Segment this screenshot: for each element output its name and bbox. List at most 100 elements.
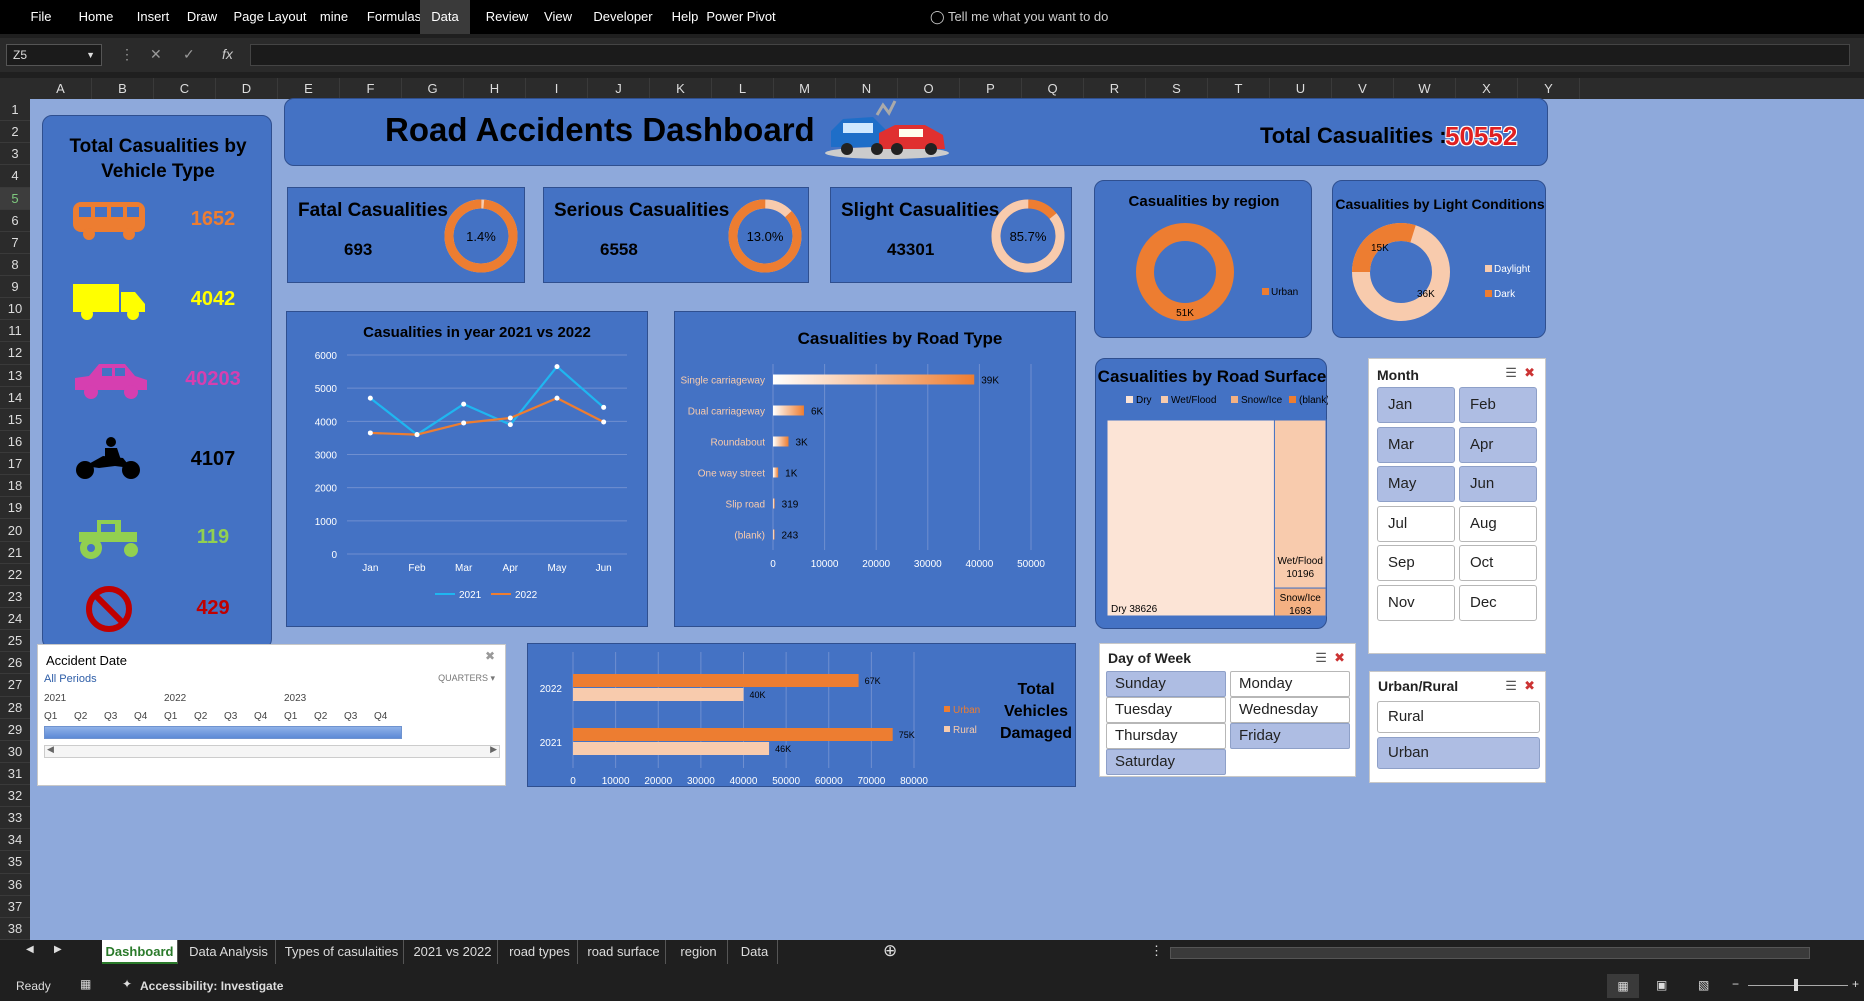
day-thursday[interactable]: Thursday — [1106, 723, 1226, 749]
month-sep[interactable]: Sep — [1377, 545, 1455, 581]
day-saturday[interactable]: Saturday — [1106, 749, 1226, 775]
timeline-quarter[interactable]: Q3 — [344, 711, 357, 722]
column-header[interactable]: A — [30, 78, 92, 99]
time-level-dropdown[interactable]: QUARTERS ▾ — [438, 673, 495, 684]
column-header[interactable]: P — [960, 78, 1022, 99]
day-friday[interactable]: Friday — [1230, 723, 1350, 749]
row-header[interactable]: 14 — [0, 387, 30, 409]
multi-select-icon[interactable]: ☰ — [1505, 678, 1517, 693]
add-sheet-icon[interactable]: ⊕ — [883, 941, 897, 961]
month-apr[interactable]: Apr — [1459, 426, 1537, 463]
urban-rural-rural[interactable]: Rural — [1377, 701, 1540, 733]
row-header[interactable]: 1 — [0, 99, 30, 122]
row-header[interactable]: 16 — [0, 431, 30, 454]
month-jan[interactable]: Jan — [1377, 387, 1455, 423]
day-monday[interactable]: Monday — [1230, 671, 1350, 697]
row-header[interactable]: 33 — [0, 807, 30, 830]
column-header[interactable]: E — [278, 78, 340, 99]
sheet-tab-road-surface[interactable]: road surface — [582, 940, 666, 964]
row-header[interactable]: 17 — [0, 453, 30, 476]
row-header[interactable]: 37 — [0, 896, 30, 918]
column-header[interactable]: H — [464, 78, 526, 99]
function-icon[interactable]: fx — [222, 46, 233, 62]
zoom-in-icon[interactable]: + — [1852, 977, 1859, 991]
ribbon-tab-mine[interactable]: mine — [304, 0, 364, 34]
column-header[interactable]: J — [588, 78, 650, 99]
row-header[interactable]: 12 — [0, 342, 30, 365]
timeline-quarter[interactable]: Q1 — [44, 711, 57, 722]
month-jul[interactable]: Jul — [1377, 505, 1455, 542]
row-header[interactable]: 11 — [0, 320, 30, 343]
column-header[interactable]: L — [712, 78, 774, 99]
cancel-icon[interactable]: ✕ — [150, 46, 162, 63]
column-header[interactable]: T — [1208, 78, 1270, 99]
accessibility-status[interactable]: Accessibility: Investigate — [140, 979, 283, 993]
timeline-bar[interactable] — [44, 726, 402, 739]
row-header[interactable]: 34 — [0, 829, 30, 852]
month-may[interactable]: May — [1377, 466, 1455, 502]
ribbon-tab-power-pivot[interactable]: Power Pivot — [700, 0, 782, 34]
multi-select-icon[interactable]: ☰ — [1315, 650, 1327, 665]
row-header[interactable]: 23 — [0, 586, 30, 609]
ribbon-tab-developer[interactable]: Developer — [580, 0, 666, 34]
day-tuesday[interactable]: Tuesday — [1106, 697, 1226, 723]
month-mar[interactable]: Mar — [1377, 426, 1455, 463]
sheet-tab-types-of-casulaities[interactable]: Types of casulaities — [280, 940, 404, 964]
ribbon-tab-view[interactable]: View — [532, 0, 584, 34]
enter-icon[interactable]: ✓ — [183, 46, 195, 63]
column-header[interactable]: D — [216, 78, 278, 99]
row-header[interactable]: 32 — [0, 785, 30, 808]
row-header[interactable]: 20 — [0, 520, 30, 542]
formula-input[interactable] — [250, 44, 1850, 66]
multi-select-icon[interactable]: ☰ — [1505, 365, 1517, 380]
timeline-quarter[interactable]: Q3 — [224, 711, 237, 722]
row-header[interactable]: 7 — [0, 232, 30, 254]
row-header[interactable]: 5 — [0, 187, 30, 210]
month-nov[interactable]: Nov — [1377, 584, 1455, 621]
column-header[interactable]: S — [1146, 78, 1208, 99]
select-all-corner[interactable] — [0, 78, 30, 99]
clear-filter-icon[interactable]: ✖ — [1524, 365, 1535, 380]
sheet-tab-road-types[interactable]: road types — [502, 940, 578, 964]
timeline-quarter[interactable]: Q1 — [164, 711, 177, 722]
row-header[interactable]: 10 — [0, 298, 30, 321]
normal-view-icon[interactable]: ▦ — [1607, 974, 1639, 998]
row-header[interactable]: 30 — [0, 741, 30, 763]
urban-rural-urban[interactable]: Urban — [1377, 737, 1540, 769]
clear-filter-icon[interactable]: ✖ — [485, 649, 495, 663]
column-header[interactable]: Y — [1518, 78, 1580, 99]
scroll-tabs-left-icon[interactable]: ◀ — [26, 944, 34, 955]
row-header[interactable]: 38 — [0, 918, 30, 940]
row-header[interactable]: 13 — [0, 365, 30, 387]
ribbon-tab-review[interactable]: Review — [474, 0, 540, 34]
row-header[interactable]: 36 — [0, 874, 30, 896]
scroll-right-icon[interactable]: ▶ — [490, 744, 497, 755]
row-header[interactable]: 28 — [0, 697, 30, 719]
row-header[interactable]: 3 — [0, 143, 30, 166]
page-break-view-icon[interactable]: ▧ — [1698, 978, 1709, 992]
row-header[interactable]: 8 — [0, 254, 30, 277]
timeline-quarter[interactable]: Q4 — [374, 711, 387, 722]
row-header[interactable]: 25 — [0, 630, 30, 653]
row-header[interactable]: 24 — [0, 608, 30, 631]
day-wednesday[interactable]: Wednesday — [1230, 697, 1350, 723]
clear-filter-icon[interactable]: ✖ — [1334, 650, 1345, 665]
clear-filter-icon[interactable]: ✖ — [1524, 678, 1535, 693]
page-layout-view-icon[interactable]: ▣ — [1656, 978, 1667, 992]
row-header[interactable]: 31 — [0, 763, 30, 786]
timeline-quarter[interactable]: Q2 — [74, 711, 87, 722]
sheet-tab-region[interactable]: region — [670, 940, 728, 964]
column-header[interactable]: G — [402, 78, 464, 99]
zoom-slider[interactable] — [1748, 979, 1848, 991]
sheet-tab-2021-vs-2022[interactable]: 2021 vs 2022 — [408, 940, 498, 964]
column-header[interactable]: K — [650, 78, 712, 99]
tell-me-box[interactable]: ◯ Tell me what you want to do — [930, 0, 1108, 34]
timeline-quarter[interactable]: Q4 — [134, 711, 147, 722]
column-header[interactable]: V — [1332, 78, 1394, 99]
month-aug[interactable]: Aug — [1459, 505, 1537, 542]
timeline-quarter[interactable]: Q4 — [254, 711, 267, 722]
row-header[interactable]: 4 — [0, 165, 30, 188]
column-header[interactable]: B — [92, 78, 154, 99]
timeline-scrollbar[interactable]: ◀ ▶ — [44, 744, 500, 758]
zoom-out-icon[interactable]: − — [1732, 977, 1739, 991]
